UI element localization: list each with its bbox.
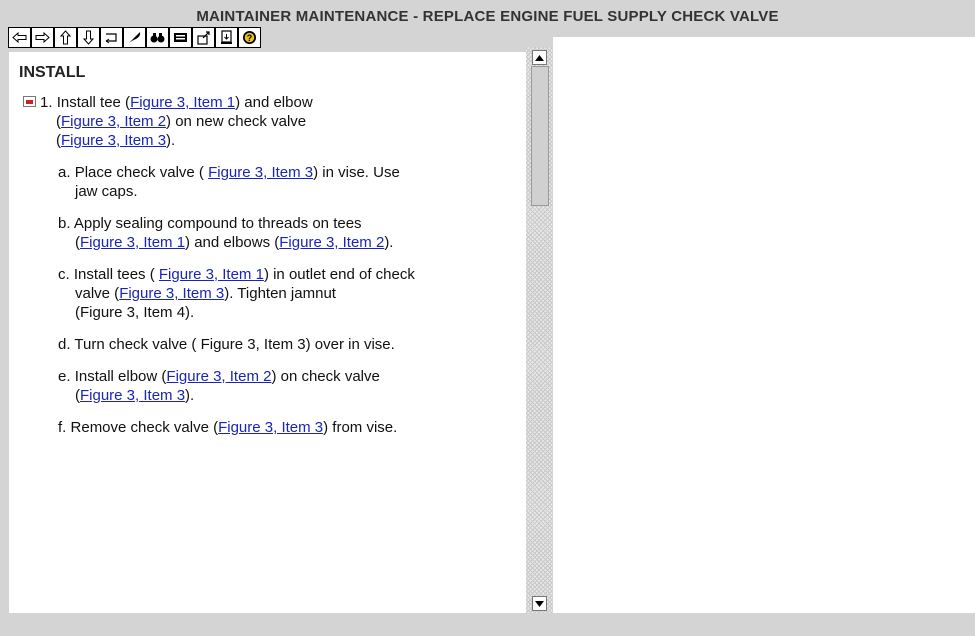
figure-link[interactable]: Figure 3, Item 2 bbox=[279, 234, 384, 251]
substep-text: Place check valve ( bbox=[74, 164, 209, 181]
return-icon bbox=[105, 33, 117, 44]
svg-text:?: ? bbox=[247, 33, 253, 43]
substep-label: f. bbox=[58, 419, 67, 436]
return-button[interactable] bbox=[100, 27, 123, 48]
step-1-line2: (Figure 3, Item 2) on new check valve bbox=[56, 112, 306, 131]
exit-icon bbox=[221, 30, 232, 44]
substep-a: a. Place check valve ( Figure 3, Item 3)… bbox=[58, 163, 400, 182]
substep-text: ) from vise. bbox=[323, 419, 398, 436]
substep-b-line2: (Figure 3, Item 1) and elbows (Figure 3,… bbox=[75, 233, 393, 252]
figure-link[interactable]: Figure 3, Item 1 bbox=[159, 266, 264, 283]
forward-button[interactable] bbox=[31, 27, 54, 48]
substep-text: ) on check valve bbox=[271, 368, 380, 385]
step-number: 1. bbox=[40, 94, 53, 111]
substep-label: c. bbox=[58, 266, 70, 283]
step-1: 1. Install tee (Figure 3, Item 1) and el… bbox=[40, 93, 313, 112]
forward-arrow-icon bbox=[35, 31, 50, 44]
back-button[interactable] bbox=[8, 27, 31, 48]
binoculars-icon bbox=[150, 33, 165, 43]
signpost-button[interactable] bbox=[192, 27, 215, 48]
signpost-icon bbox=[197, 31, 210, 45]
notes-button[interactable] bbox=[123, 27, 146, 48]
collapse-step-icon[interactable] bbox=[23, 96, 36, 107]
substep-text: valve ( bbox=[75, 285, 120, 302]
substep-c-line2: valve (Figure 3, Item 3). Tighten jamnut bbox=[75, 284, 336, 303]
substep-f: f. Remove check valve (Figure 3, Item 3)… bbox=[58, 418, 397, 437]
substep-d: d. Turn check valve ( Figure 3, Item 3) … bbox=[58, 335, 395, 354]
figure-pane bbox=[553, 37, 975, 613]
exit-button[interactable] bbox=[215, 27, 238, 48]
substep-text: Install tees ( bbox=[73, 266, 159, 283]
substep-text: ) and elbows ( bbox=[185, 234, 280, 251]
step-text: ). bbox=[166, 132, 176, 149]
status-bar bbox=[0, 613, 975, 636]
substep-text: (Figure 3, Item 4). bbox=[75, 304, 195, 321]
triangle-down-icon bbox=[535, 600, 544, 607]
help-icon: ? bbox=[243, 31, 256, 44]
substep-label: b. bbox=[58, 215, 71, 232]
substep-text: ). bbox=[185, 387, 195, 404]
toolbar: ? bbox=[8, 27, 261, 51]
scroll-down-button[interactable] bbox=[532, 596, 547, 611]
back-arrow-icon bbox=[12, 31, 27, 44]
vertical-scrollbar[interactable] bbox=[526, 47, 552, 613]
figure-link[interactable]: Figure 3, Item 1 bbox=[80, 234, 185, 251]
substep-text: Remove check valve ( bbox=[70, 419, 219, 436]
section-title: INSTALL bbox=[19, 64, 86, 81]
feather-icon bbox=[129, 32, 141, 43]
figure-link[interactable]: Figure 3, Item 2 bbox=[166, 368, 271, 385]
down-arrow-icon bbox=[82, 30, 95, 45]
substep-text: ). bbox=[384, 234, 394, 251]
step-1-line3: (Figure 3, Item 3). bbox=[56, 131, 175, 150]
scroll-up-button[interactable] bbox=[532, 50, 547, 65]
substep-text: Install elbow ( bbox=[74, 368, 167, 385]
substep-c: c. Install tees ( Figure 3, Item 1) in o… bbox=[58, 265, 415, 284]
substep-b: b. Apply sealing compound to threads on … bbox=[58, 214, 362, 233]
substep-e: e. Install elbow (Figure 3, Item 2) on c… bbox=[58, 367, 380, 386]
substep-text: ) in vise. Use bbox=[313, 164, 400, 181]
keyboard-icon bbox=[174, 33, 187, 42]
substep-label: e. bbox=[58, 368, 71, 385]
substep-text: jaw caps. bbox=[75, 183, 138, 200]
scroll-thumb[interactable] bbox=[531, 66, 549, 206]
substep-text: ). Tighten jamnut bbox=[224, 285, 336, 302]
substep-e-line2: (Figure 3, Item 3). bbox=[75, 386, 194, 405]
substep-text: ) in outlet end of check bbox=[263, 266, 415, 283]
substep-label: d. bbox=[58, 336, 71, 353]
substep-label: a. bbox=[58, 164, 71, 181]
triangle-up-icon bbox=[535, 54, 544, 61]
keyboard-button[interactable] bbox=[169, 27, 192, 48]
title-bar: MAINTAINER MAINTENANCE - REPLACE ENGINE … bbox=[0, 0, 975, 28]
next-button[interactable] bbox=[77, 27, 100, 48]
window-title: MAINTAINER MAINTENANCE - REPLACE ENGINE … bbox=[196, 8, 779, 25]
figure-link[interactable]: Figure 3, Item 3 bbox=[208, 164, 313, 181]
procedure-content: INSTALL 1. Install tee (Figure 3, Item 1… bbox=[9, 52, 526, 613]
figure-link[interactable]: Figure 3, Item 3 bbox=[218, 419, 323, 436]
substep-text: Apply sealing compound to threads on tee… bbox=[73, 215, 362, 232]
help-button[interactable]: ? bbox=[238, 27, 261, 48]
up-arrow-icon bbox=[59, 30, 72, 45]
figure-link[interactable]: Figure 3, Item 3 bbox=[61, 132, 166, 149]
substep-text: Turn check valve ( Figure 3, Item 3) ove… bbox=[74, 336, 395, 353]
figure-link[interactable]: Figure 3, Item 3 bbox=[80, 387, 185, 404]
figure-link[interactable]: Figure 3, Item 3 bbox=[119, 285, 224, 302]
figure-link[interactable]: Figure 3, Item 1 bbox=[130, 94, 235, 111]
figure-link[interactable]: Figure 3, Item 2 bbox=[61, 113, 166, 130]
step-text: Install tee ( bbox=[56, 94, 131, 111]
step-text: ) and elbow bbox=[235, 94, 313, 111]
step-text: ) on new check valve bbox=[166, 113, 307, 130]
previous-button[interactable] bbox=[54, 27, 77, 48]
search-button[interactable] bbox=[146, 27, 169, 48]
